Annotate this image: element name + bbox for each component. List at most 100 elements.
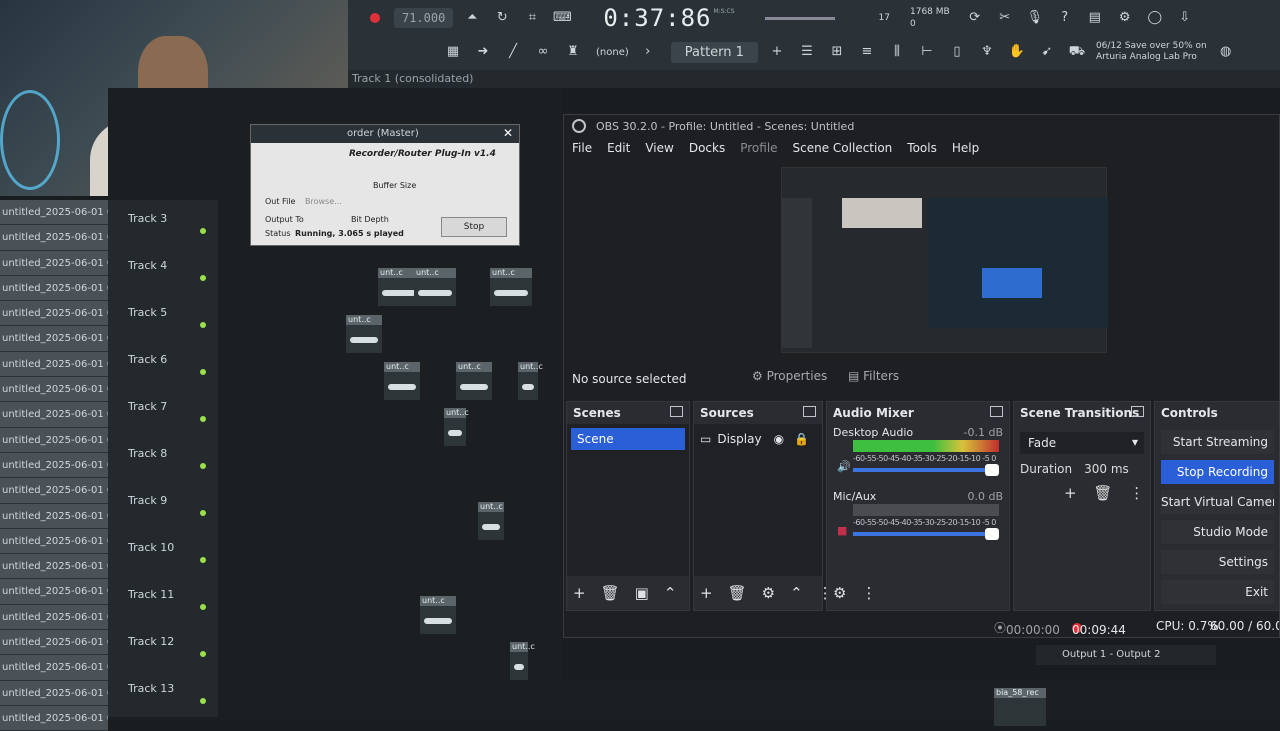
pattern-mode-icon[interactable]: ▦	[442, 42, 464, 62]
pattern-item[interactable]: untitled_2025-06-01 03-...	[0, 250, 108, 276]
audio-clip[interactable]: unt..c	[456, 362, 492, 400]
track-mute-led[interactable]	[200, 369, 206, 375]
audio-clip[interactable]: bia_58_rec	[994, 688, 1046, 726]
settings-button[interactable]: Settings	[1161, 550, 1274, 574]
pattern-item[interactable]: untitled_2025-06-01 03-...	[0, 579, 108, 605]
pattern-item[interactable]: untitled_2025-06-01 03-...	[0, 630, 108, 656]
playlist-icon[interactable]: ☰	[796, 42, 818, 62]
source-item-display[interactable]: ▭ Display ◉ 🔒	[700, 430, 816, 448]
stop-recording-button[interactable]: Stop Recording	[1161, 460, 1274, 484]
track-mute-led[interactable]	[200, 322, 206, 328]
mic-volume-slider[interactable]	[853, 528, 999, 540]
track-header[interactable]: Track 6	[108, 341, 218, 388]
chevron-up-icon[interactable]: ⌃	[790, 584, 803, 602]
pattern-item[interactable]: untitled_2025-06-01 03-...	[0, 528, 108, 555]
trash-icon[interactable]: 🗑	[728, 584, 747, 602]
track-header[interactable]: Track 4	[108, 247, 218, 294]
news-ticker[interactable]: 06/12 Save over 50% on Arturia Analog La…	[1096, 41, 1207, 63]
properties-button[interactable]: ⚙ Properties	[752, 369, 830, 389]
filter-icon[interactable]: ▣	[635, 584, 649, 602]
track-mute-led[interactable]	[200, 651, 206, 657]
obs-preview[interactable]	[781, 167, 1108, 353]
pattern-item[interactable]: untitled_2025-06-01 03-...	[0, 452, 108, 479]
menu-view[interactable]: View	[645, 141, 673, 155]
add-icon[interactable]: +	[700, 584, 713, 602]
trash-icon[interactable]: 🗑	[601, 584, 620, 602]
audio-clip[interactable]: unt..c	[384, 362, 420, 400]
mixer-settings-icon[interactable]: ⚙	[833, 584, 846, 602]
menu-edit[interactable]: Edit	[607, 141, 630, 155]
slider-knob[interactable]	[985, 528, 999, 540]
chevron-right-icon[interactable]: ›	[637, 42, 659, 62]
scene-item[interactable]: Scene	[571, 428, 685, 450]
stop-button[interactable]: Stop	[441, 217, 507, 237]
undock-icon[interactable]	[990, 406, 1003, 417]
track-mute-led[interactable]	[200, 604, 206, 610]
duration-input[interactable]: 300 ms	[1084, 462, 1129, 476]
track-mute-led[interactable]	[200, 463, 206, 469]
pattern-item[interactable]: untitled_2025-06-01 03-...	[0, 301, 108, 327]
audio-clip[interactable]: unt..c	[414, 268, 456, 306]
studio-mode-button[interactable]: Studio Mode	[1161, 520, 1274, 544]
start-streaming-button[interactable]: Start Streaming	[1161, 430, 1274, 454]
refresh-icon[interactable]: ⟳	[964, 8, 986, 28]
pattern-item[interactable]: untitled_2025-06-01 03-...	[0, 705, 108, 731]
undock-icon[interactable]	[1131, 406, 1144, 417]
desktop-volume-slider[interactable]	[853, 464, 999, 476]
record-button[interactable]	[370, 13, 380, 23]
plugin-icon[interactable]: ⚙	[1114, 8, 1136, 28]
track-header[interactable]: Track 13	[108, 670, 218, 717]
menu-profile[interactable]: Profile	[740, 141, 777, 155]
add-icon[interactable]: +	[573, 584, 586, 602]
cart-icon[interactable]: ⛟	[1066, 42, 1088, 62]
save-icon[interactable]: ▤	[1084, 8, 1106, 28]
track-header[interactable]: Track 8	[108, 435, 218, 482]
link-icon[interactable]: ∞	[532, 42, 554, 62]
track-header[interactable]: Track 9	[108, 482, 218, 529]
snap-select[interactable]: (none)	[596, 47, 629, 58]
pattern-item[interactable]: untitled_2025-06-01 03-...	[0, 377, 108, 403]
metronome-icon[interactable]: ⏶	[461, 8, 483, 28]
stamp-icon[interactable]: ♜	[562, 42, 584, 62]
pattern-item[interactable]: untitled_2025-06-01 04-...	[0, 680, 108, 706]
output-routing-bar[interactable]: Output 1 - Output 2	[1036, 645, 1216, 665]
pattern-item[interactable]: untitled_2025-06-01 03-...	[0, 275, 108, 302]
touch-icon[interactable]: ✋	[1006, 42, 1028, 62]
pattern-item[interactable]: untitled_2025-06-01 04-...	[0, 655, 108, 681]
audio-clip[interactable]: unt..c	[490, 268, 532, 306]
cut-icon[interactable]: ✂	[994, 8, 1016, 28]
filters-button[interactable]: ▤ Filters	[848, 369, 908, 389]
start-virtual-camera-button[interactable]: Start Virtual Camera	[1161, 490, 1274, 514]
pattern-item[interactable]: untitled_2025-06-01 03-...	[0, 554, 108, 580]
audio-clip[interactable]: unt..c	[478, 502, 504, 540]
track-header[interactable]: Track 10	[108, 529, 218, 576]
menu-help[interactable]: Help	[952, 141, 979, 155]
globe-icon[interactable]: ◍	[1215, 42, 1237, 62]
muted-speaker-icon[interactable]: ■	[837, 524, 847, 537]
master-volume-slider[interactable]	[764, 16, 835, 20]
pattern-item[interactable]: untitled_2025-06-01 03-...	[0, 351, 108, 378]
track-mute-led[interactable]	[200, 557, 206, 563]
track-header[interactable]: Track 5	[108, 294, 218, 341]
track-header[interactable]: Track 7	[108, 388, 218, 435]
typing-keyboard-icon[interactable]: ⌨	[551, 8, 573, 28]
speaker-icon[interactable]: 🔊	[837, 460, 851, 473]
file-icon[interactable]: ▯	[946, 42, 968, 62]
pattern-item[interactable]: untitled_2025-06-01 03-...	[0, 604, 108, 631]
audio-clip[interactable]: unt..c	[444, 408, 469, 446]
audio-clip[interactable]: unt..c	[346, 315, 382, 353]
pattern-item[interactable]: untitled_2025-06-01 03-...	[0, 326, 108, 352]
tempo-display[interactable]: 71.000	[394, 8, 454, 28]
pattern-item[interactable]: untitled_2025-06-01 03-...	[0, 225, 108, 251]
chevron-up-icon[interactable]: ⌃	[664, 584, 677, 602]
pattern-item[interactable]: untitled_2025-06-01 03-...	[0, 503, 108, 529]
eye-icon[interactable]: ◉	[774, 432, 784, 446]
menu-docks[interactable]: Docks	[689, 141, 725, 155]
transition-select[interactable]: Fade ▾	[1020, 432, 1144, 454]
close-icon[interactable]: ✕	[503, 126, 513, 140]
plug-icon[interactable]: ♆	[976, 42, 998, 62]
add-icon[interactable]: +	[1064, 484, 1077, 502]
track-mute-led[interactable]	[200, 228, 206, 234]
loop-record-icon[interactable]: ↻	[491, 8, 513, 28]
pattern-item[interactable]: untitled_2025-06-01 03-...	[0, 478, 108, 504]
